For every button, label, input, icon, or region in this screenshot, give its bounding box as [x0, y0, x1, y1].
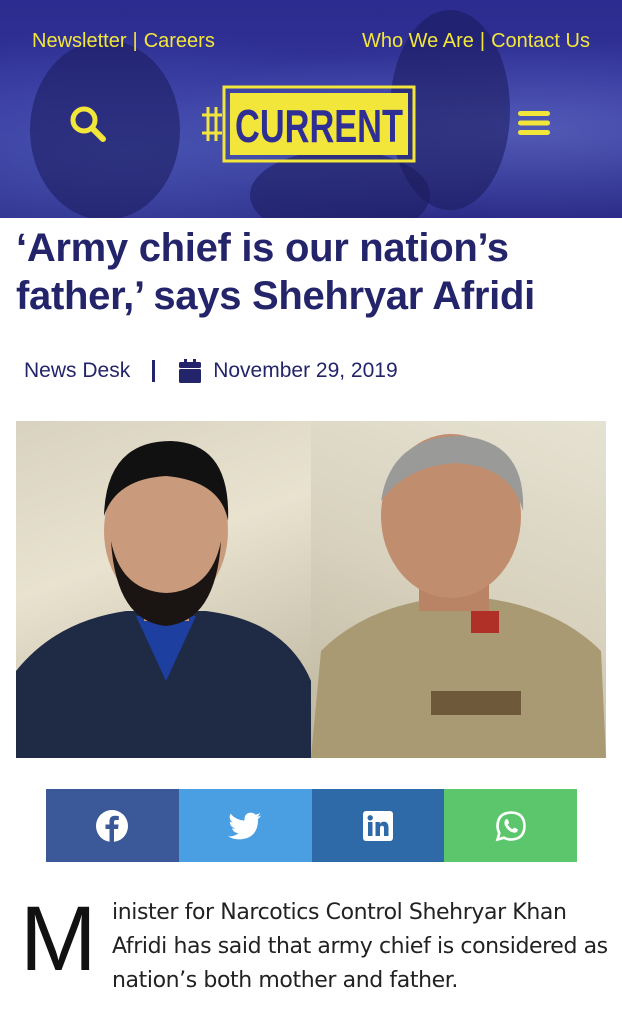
article-photo [16, 421, 606, 758]
search-icon [70, 106, 106, 142]
top-links-left: Newsletter | Careers [32, 30, 215, 53]
publish-date: November 29, 2019 [213, 359, 398, 382]
share-whatsapp-button[interactable] [444, 789, 577, 862]
link-separator: | [479, 30, 486, 52]
hamburger-menu-icon [518, 111, 550, 135]
share-twitter-button[interactable] [178, 789, 312, 862]
search-button[interactable] [68, 104, 108, 144]
newsletter-link[interactable]: Newsletter [32, 30, 126, 52]
logo-text: CURRENT [235, 100, 403, 152]
article-meta: News Desk November 29, 2019 [24, 356, 398, 386]
menu-button[interactable] [516, 108, 552, 138]
twitter-icon [228, 812, 262, 839]
calendar-icon [179, 359, 202, 383]
portrait-illustration [16, 441, 311, 758]
careers-link[interactable]: Careers [144, 30, 215, 52]
photo-right-portrait [311, 421, 606, 758]
logo-prefix [202, 107, 222, 141]
share-facebook-button[interactable] [46, 789, 179, 862]
portrait-illustration [311, 434, 606, 758]
article-paragraph: inister for Narcotics Control Shehryar K… [112, 900, 608, 993]
linkedin-icon [362, 810, 393, 841]
site-header: Newsletter | Careers Who We Are | Contact Us… [0, 0, 622, 218]
author-link[interactable]: News Desk [24, 359, 130, 383]
facebook-icon [96, 809, 129, 842]
share-bar [46, 789, 577, 862]
contact-us-link[interactable]: Contact Us [491, 30, 590, 52]
site-logo[interactable]: CURRENT [200, 85, 416, 163]
article-body: M inister for Narcotics Control Shehryar… [20, 888, 610, 998]
photo-left-portrait [16, 421, 311, 758]
meta-separator [152, 360, 156, 382]
drop-cap: M [20, 888, 97, 990]
link-separator: | [132, 30, 138, 52]
whatsapp-icon [495, 810, 526, 841]
article-headline: ‘Army chief is our nation’s father,’ say… [16, 226, 535, 318]
top-links-right: Who We Are | Contact Us [362, 30, 590, 53]
who-we-are-link[interactable]: Who We Are [362, 30, 474, 52]
share-linkedin-button[interactable] [311, 789, 445, 862]
